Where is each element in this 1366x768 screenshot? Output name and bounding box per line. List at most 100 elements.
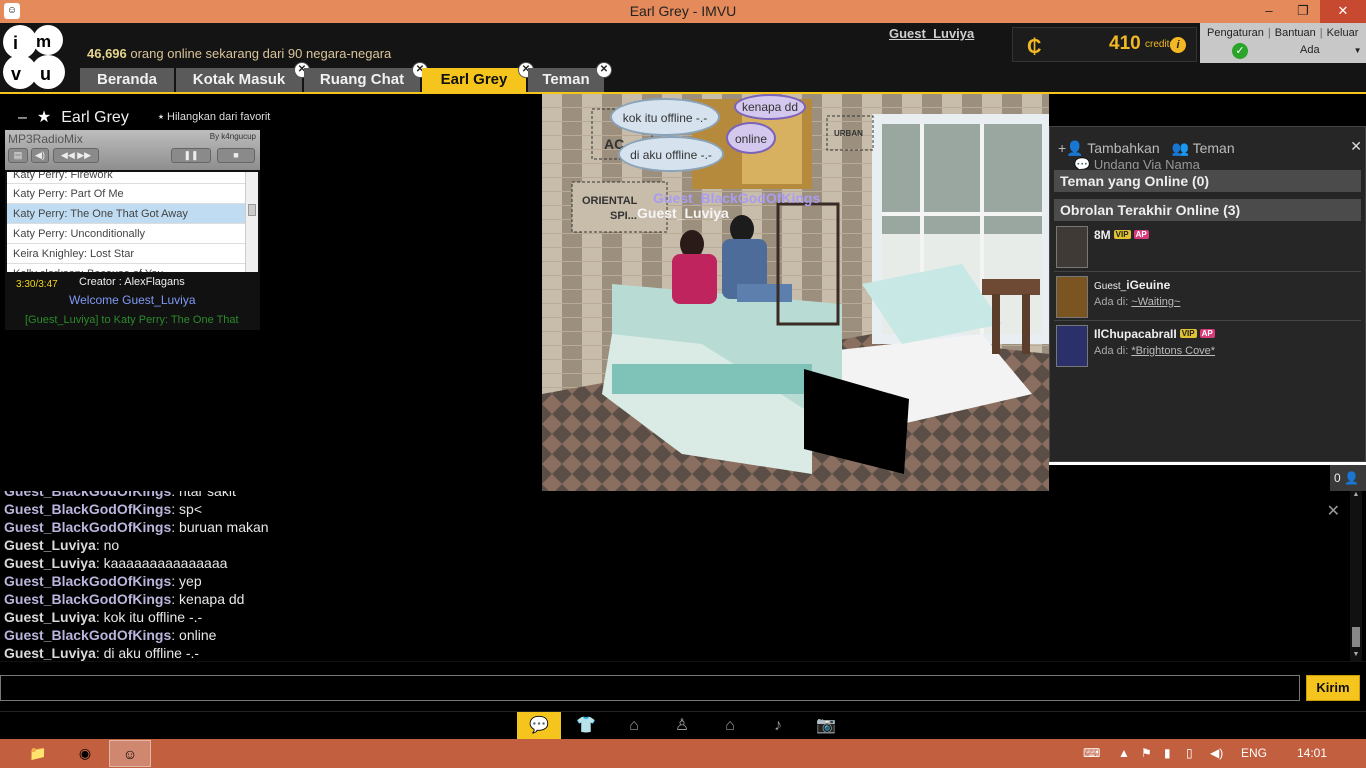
friends-icon: 👥 [1171,140,1189,156]
status-select[interactable]: Ada ▼ [1300,44,1362,56]
close-icon[interactable]: ✕ [1327,501,1340,521]
chat-input[interactable] [0,675,1300,701]
online-friends-header[interactable]: Teman yang Online (0) [1054,170,1361,192]
add-friend-button[interactable]: +👤 Tambahkan [1058,140,1160,156]
chat-sender[interactable]: Guest_BlackGodOfKings [4,591,171,607]
tab-label: Ruang Chat [319,71,405,88]
chat-scrollbar[interactable]: ▲ ▼ [1350,491,1362,661]
friend-item[interactable]: Guest_iGeuine Ada di: ~Waiting~ [1054,274,1361,322]
unfavorite-link[interactable]: ⭑ Hilangkan dari favorit [158,111,270,124]
tab-teman[interactable]: Teman ✕ [528,62,612,92]
song-list[interactable]: Katy Perry: Firework Katy Perry: Part Of… [7,172,245,272]
tab-beranda[interactable]: Beranda [80,68,174,92]
tab-ruang-chat[interactable]: Ruang Chat ✕ [304,62,428,92]
chat-sender[interactable]: Guest_BlackGodOfKings [4,519,171,535]
battery-icon[interactable]: ▯ [1186,746,1193,760]
chat-sender[interactable]: Guest_Luviya [4,555,96,571]
stop-icon[interactable]: ■ [217,148,255,163]
logout-link[interactable]: Keluar [1327,27,1359,39]
flag-icon[interactable]: ⚑ [1141,746,1152,760]
chat-sender[interactable]: Guest_Luviya [4,537,96,553]
friends-label: Teman [1192,140,1235,156]
chat-sender[interactable]: Guest_BlackGodOfKings [4,573,171,589]
friend-name[interactable]: IlChupacabraII VIP AP [1094,327,1215,341]
tab-kotak-masuk[interactable]: Kotak Masuk ✕ [176,62,310,92]
scroll-thumb[interactable] [248,204,256,216]
scroll-up-icon[interactable]: ▲ [1350,491,1362,501]
list-item[interactable]: Kelly clarkson: Because of You [7,264,245,272]
friend-item[interactable]: IlChupacabraII VIP AP Ada di: *Brightons C… [1054,323,1361,371]
song-list-scrollbar[interactable] [245,172,258,272]
list-item[interactable]: Keira Knighley: Lost Star [7,244,245,264]
svg-text:ORIENTAL: ORIENTAL [582,195,638,207]
location-link[interactable]: *Brightons Cove* [1131,345,1215,357]
keyboard-icon[interactable]: ⌨ [1083,746,1100,760]
chat-sender[interactable]: Guest_Luviya [4,645,96,661]
signal-icon[interactable]: ▮ [1164,746,1171,760]
scroll-thumb[interactable] [1352,627,1360,647]
camera-icon[interactable]: 📷 [804,712,848,739]
chat-sender[interactable]: Guest_BlackGodOfKings [4,491,171,499]
location-link[interactable]: ~Waiting~ [1131,296,1180,308]
language-indicator[interactable]: ENG [1241,746,1267,760]
friend-item[interactable]: 8M VIP AP [1054,224,1361,272]
credits-amount: 410 [1109,33,1141,54]
scroll-down-icon[interactable]: ▼ [1350,651,1362,661]
avatar[interactable] [1056,276,1088,318]
avatar-name-tag[interactable]: Guest_BlackGodOfKings [653,190,820,206]
tray-expand-icon[interactable]: ▲ [1118,746,1130,760]
volume-icon[interactable]: ◀) [1210,746,1223,760]
avatar[interactable] [1056,226,1088,268]
file-explorer-icon[interactable]: 📁 [17,740,59,767]
recent-chats-header[interactable]: Obrolan Terakhir Online (3) [1054,199,1361,221]
collapse-icon[interactable]: – [18,109,27,126]
imvu-logo[interactable]: i m v u [0,24,70,92]
hanger-icon[interactable]: ⌂ [612,712,656,739]
close-button[interactable]: ✕ [1320,0,1366,23]
invite-button[interactable]: 💬 Undang Via Nama [1074,157,1200,169]
friend-name[interactable]: Guest_iGeuine [1094,278,1170,292]
chat-bubble-icon[interactable]: 💬 [517,712,561,739]
chat-sender[interactable]: Guest_BlackGodOfKings [4,501,171,517]
window-controls: – ❐ ✕ [1252,0,1366,23]
list-item[interactable]: Katy Perry: Firework [7,172,245,184]
chrome-icon[interactable]: ◉ [64,740,106,767]
chat-sender[interactable]: Guest_BlackGodOfKings [4,627,171,643]
mp3-menu-icon[interactable]: ▤ [8,148,28,163]
maximize-button[interactable]: ❐ [1286,0,1320,23]
room-3d-view[interactable]: ORIENTAL SPI... AC URBAN kok itu offline… [542,94,1049,491]
credits-icon: ₵ [1027,36,1042,58]
avatar[interactable] [1056,325,1088,367]
help-link[interactable]: Bantuan [1275,27,1316,39]
star-icon[interactable]: ★ [37,109,51,126]
chat-lines: Guest_BlackGodOfKings: ntar sakit Guest_B… [4,491,269,661]
avatar-name-tag[interactable]: Guest_Luviya [637,205,729,221]
username-link[interactable]: Guest_Luviya [889,26,974,41]
pause-icon[interactable]: ❚❚ [171,148,211,163]
friend-name[interactable]: 8M VIP AP [1094,228,1149,242]
pose-icon[interactable]: ♙ [660,712,704,739]
tab-label: Kotak Masuk [192,71,286,88]
friends-button[interactable]: 👥 Teman [1172,140,1235,156]
close-tab-icon[interactable]: ✕ [596,62,612,78]
settings-link[interactable]: Pengaturan [1207,27,1264,39]
info-icon[interactable]: i [1170,37,1186,53]
chat-log[interactable]: Guest_BlackGodOfKings: ntar sakit Guest_B… [0,491,1366,661]
clock[interactable]: 14:01 [1297,746,1327,760]
participant-count[interactable]: 0 👤 [1330,465,1366,491]
chat-sender[interactable]: Guest_Luviya [4,609,96,625]
list-item[interactable]: Katy Perry: Part Of Me [7,184,245,204]
imvu-taskbar-icon[interactable]: ☺ [109,740,151,767]
tab-earl-grey[interactable]: Earl Grey ✕ [422,62,534,92]
send-button[interactable]: Kirim [1306,675,1360,701]
music-note-icon[interactable]: ♪ [756,712,800,739]
list-item-selected[interactable]: Katy Perry: The One That Got Away [7,204,245,224]
shirt-icon[interactable]: 👕 [564,712,608,739]
list-item[interactable]: Katy Perry: Unconditionally [7,224,245,244]
house-icon[interactable]: ⌂ [708,712,752,739]
credits-box[interactable]: ₵ 410 credits i [1012,27,1197,62]
volume-icon[interactable]: ◀) [31,148,49,163]
close-icon[interactable]: ✕ [1350,138,1362,155]
skip-buttons[interactable]: ◀◀ ▶▶ [53,148,99,163]
minimize-button[interactable]: – [1252,0,1286,23]
